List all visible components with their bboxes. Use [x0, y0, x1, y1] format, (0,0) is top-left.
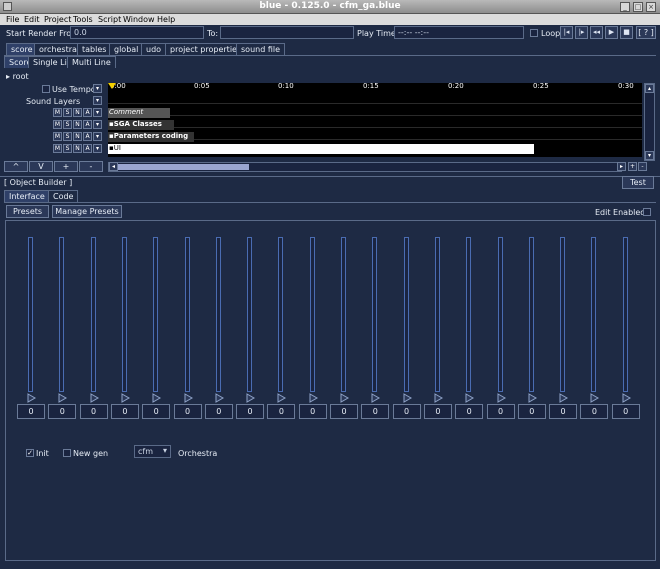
maximize-icon[interactable]: □ [633, 2, 643, 12]
menu-bar: File Edit Project Tools Script Window He… [0, 14, 660, 25]
close-icon[interactable]: × [646, 2, 656, 12]
gen-dropdown-value: cfm [138, 447, 154, 456]
slider-value-field[interactable]: 0 [142, 404, 171, 419]
slider-thumb-icon[interactable] [403, 393, 413, 403]
menu-project[interactable]: Project [44, 15, 71, 24]
slider-value-field[interactable]: 0 [392, 404, 421, 419]
slider-value-field[interactable]: 0 [173, 404, 202, 419]
slider-value-field[interactable]: 0 [267, 404, 296, 419]
menu-file[interactable]: File [6, 15, 19, 24]
menu-help[interactable]: Help [157, 15, 175, 24]
slider-thumb-icon[interactable] [340, 393, 350, 403]
slider-value-field[interactable]: 0 [48, 404, 77, 419]
orchestra-label: Orchestra [178, 449, 218, 458]
slider-track[interactable] [466, 237, 472, 392]
slider-track[interactable] [278, 237, 284, 392]
slider-value-field[interactable]: 0 [517, 404, 546, 419]
slider-thumb-icon[interactable] [434, 393, 444, 403]
slider-track[interactable] [434, 237, 440, 392]
slider-track[interactable] [372, 237, 378, 392]
slider-track[interactable] [121, 237, 127, 392]
slider-track[interactable] [215, 237, 221, 392]
slider-value-field[interactable]: 0 [611, 404, 640, 419]
slider-group: 00000000000000000000 [0, 25, 660, 569]
slider-value-field[interactable]: 0 [298, 404, 327, 419]
init-label: Init [36, 449, 49, 458]
slider-thumb-icon[interactable] [27, 393, 37, 403]
slider-track[interactable] [28, 237, 33, 392]
slider-value-field[interactable]: 0 [423, 404, 452, 419]
slider-value-field[interactable]: 0 [486, 404, 515, 419]
slider-thumb-icon[interactable] [528, 393, 538, 403]
slider-value-field[interactable]: 0 [79, 404, 108, 419]
menu-window[interactable]: Window [123, 15, 155, 24]
slider-value-field[interactable]: 0 [236, 404, 265, 419]
main-area: Start Render From: 0.0 To: Play Time: --… [0, 25, 660, 569]
slider-thumb-icon[interactable] [121, 393, 131, 403]
chevron-down-icon: ▾ [162, 446, 167, 455]
slider-value-field[interactable]: 0 [549, 404, 578, 419]
slider-thumb-icon[interactable] [277, 393, 287, 403]
slider-value-field[interactable]: 0 [455, 404, 484, 419]
slider-track[interactable] [622, 237, 628, 392]
slider-value-field[interactable]: 0 [110, 404, 139, 419]
menu-script[interactable]: Script [98, 15, 121, 24]
slider-track[interactable] [497, 237, 503, 392]
slider-value-field[interactable]: 0 [580, 404, 609, 419]
slider-thumb-icon[interactable] [559, 393, 569, 403]
slider-thumb-icon[interactable] [184, 393, 194, 403]
slider-track[interactable] [528, 237, 534, 392]
slider-track[interactable] [247, 237, 253, 392]
window-title: blue - 0.125.0 - cfm_ga.blue [259, 1, 401, 11]
slider-value-field[interactable]: 0 [204, 404, 233, 419]
init-checkbox[interactable]: ✓ [26, 449, 34, 457]
slider-value-field[interactable]: 0 [330, 404, 358, 419]
slider-thumb-icon[interactable] [58, 393, 68, 403]
slider-track[interactable] [90, 237, 96, 392]
slider-track[interactable] [309, 237, 315, 392]
slider-thumb-icon[interactable] [497, 393, 507, 403]
slider-thumb-icon[interactable] [371, 393, 381, 403]
minimize-icon[interactable]: _ [620, 2, 630, 12]
slider-track[interactable] [153, 237, 159, 392]
slider-thumb-icon[interactable] [152, 393, 162, 403]
slider-thumb-icon[interactable] [90, 393, 100, 403]
slider-thumb-icon[interactable] [590, 393, 600, 403]
slider-track[interactable] [591, 237, 597, 392]
title-bar: blue - 0.125.0 - cfm_ga.blue _ □ × [0, 0, 660, 14]
new-gen-label: New gen [73, 449, 109, 458]
slider-thumb-icon[interactable] [465, 393, 475, 403]
slider-thumb-icon[interactable] [215, 393, 225, 403]
slider-track[interactable] [184, 237, 190, 392]
new-gen-checkbox[interactable] [63, 449, 71, 457]
slider-thumb-icon[interactable] [622, 393, 632, 403]
slider-track[interactable] [403, 237, 409, 392]
slider-thumb-icon[interactable] [309, 393, 319, 403]
slider-track[interactable] [59, 237, 65, 392]
gen-dropdown[interactable]: cfm ▾ [134, 445, 171, 458]
slider-value-field[interactable]: 0 [361, 404, 390, 419]
slider-track[interactable] [341, 237, 346, 392]
slider-thumb-icon[interactable] [246, 393, 256, 403]
menu-tools[interactable]: Tools [73, 15, 93, 24]
slider-value-field[interactable]: 0 [17, 404, 45, 419]
menu-edit[interactable]: Edit [24, 15, 40, 24]
slider-track[interactable] [560, 237, 566, 392]
